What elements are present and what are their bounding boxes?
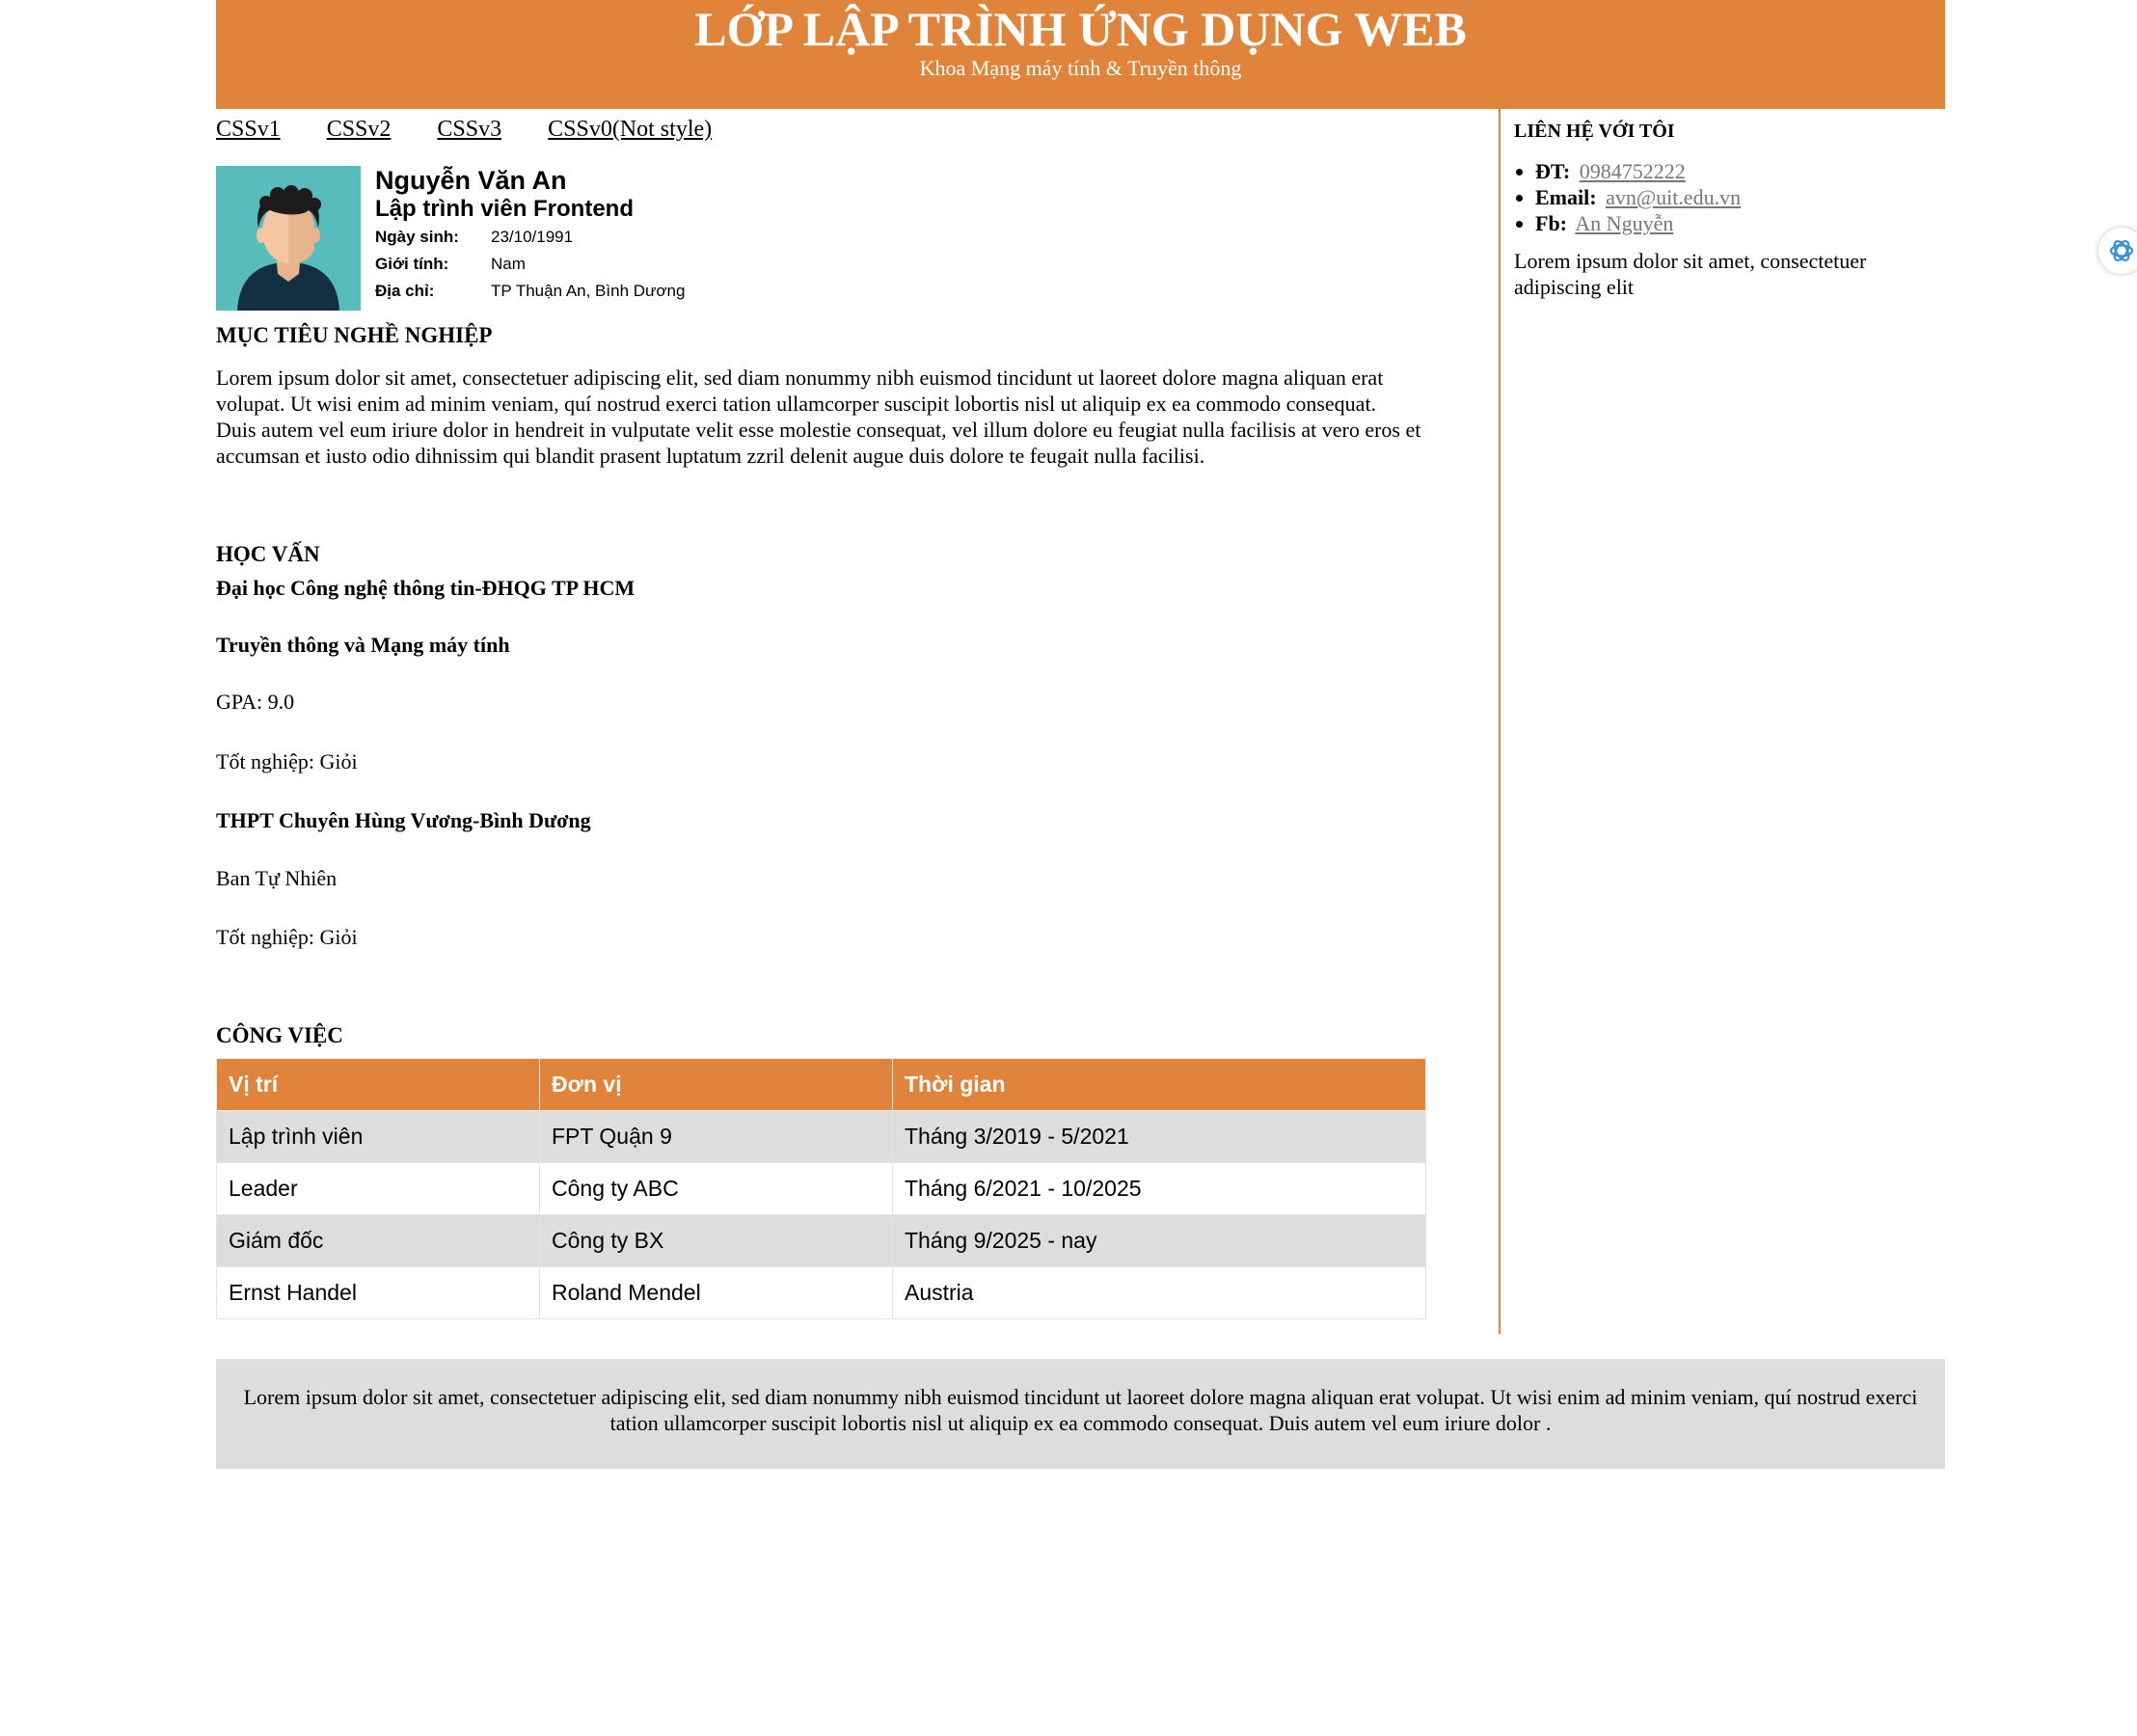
table-row: Lập trình viên FPT Quận 9 Tháng 3/2019 -… bbox=[216, 1110, 1426, 1163]
table-cell: Roland Mendel bbox=[539, 1266, 893, 1319]
column-header-period: Thời gian bbox=[892, 1058, 1426, 1111]
site-footer: Lorem ipsum dolor sit amet, consectetuer… bbox=[216, 1359, 1945, 1469]
contact-phone: ĐT: 0984752222 bbox=[1535, 158, 1944, 184]
objective-text: Lorem ipsum dolor sit amet, consectetuer… bbox=[216, 366, 1421, 468]
profile-dob-row: Ngày sinh: 23/10/1991 bbox=[375, 224, 685, 251]
facebook-label: Fb: bbox=[1535, 211, 1567, 235]
person-avatar-icon bbox=[216, 166, 361, 311]
contact-facebook: Fb: An Nguyễn bbox=[1535, 210, 1944, 236]
nav-link-cssv0[interactable]: CSSv0(Not style) bbox=[548, 117, 712, 142]
education-grad-2: Tốt nghiệp: Giỏi bbox=[216, 925, 358, 949]
profile-info: Nguyễn Văn An Lập trình viên Frontend Ng… bbox=[375, 166, 685, 305]
table-row: Ernst Handel Roland Mendel Austria bbox=[216, 1266, 1426, 1319]
footer-text: Lorem ipsum dolor sit amet, consectetuer… bbox=[243, 1385, 1918, 1435]
table-cell: Ernst Handel bbox=[216, 1266, 540, 1319]
table-cell: Tháng 3/2019 - 5/2021 bbox=[892, 1110, 1426, 1163]
dob-value: 23/10/1991 bbox=[491, 228, 574, 246]
site-title: LỚP LẬP TRÌNH ỨNG DỤNG WEB bbox=[694, 2, 1467, 56]
table-cell: Austria bbox=[892, 1266, 1426, 1319]
address-label: Địa chỉ: bbox=[375, 282, 435, 300]
nav-link-cssv2[interactable]: CSSv2 bbox=[327, 117, 392, 142]
gender-value: Nam bbox=[491, 255, 526, 273]
nav-link-cssv1[interactable]: CSSv1 bbox=[216, 117, 281, 142]
objective-heading: MỤC TIÊU NGHỀ NGHIỆP bbox=[216, 323, 493, 347]
education-track: Ban Tự Nhiên bbox=[216, 866, 338, 890]
profile-gender-row: Giới tính: Nam bbox=[375, 251, 685, 278]
table-row: Leader Công ty ABC Tháng 6/2021 - 10/202… bbox=[216, 1162, 1426, 1215]
style-nav: CSSv1 CSSv2 CSSv3 CSSv0(Not style) bbox=[216, 117, 752, 143]
table-header-row: Vị trí Đơn vị Thời gian bbox=[216, 1058, 1426, 1111]
education-heading: HỌC VẤN bbox=[216, 542, 320, 566]
table-cell: Leader bbox=[216, 1162, 540, 1215]
education-major: Truyền thông và Mạng máy tính bbox=[216, 633, 510, 657]
phone-label: ĐT: bbox=[1535, 159, 1571, 183]
profile-role: Lập trình viên Frontend bbox=[375, 196, 634, 222]
contact-list: ĐT: 0984752222 Email: avn@uit.edu.vn Fb:… bbox=[1514, 158, 1944, 236]
email-label: Email: bbox=[1535, 185, 1597, 209]
education-gpa: GPA: 9.0 bbox=[216, 690, 295, 714]
contact-text: Lorem ipsum dolor sit amet, consectetuer… bbox=[1514, 249, 1867, 299]
email-link[interactable]: avn@uit.edu.vn bbox=[1606, 185, 1741, 209]
facebook-link[interactable]: An Nguyễn bbox=[1575, 211, 1673, 235]
profile-name: Nguyễn Văn An bbox=[375, 166, 567, 195]
table-cell: FPT Quận 9 bbox=[539, 1110, 893, 1163]
site-subtitle: Khoa Mạng máy tính & Truyền thông bbox=[919, 56, 1242, 80]
education-grad-1: Tốt nghiệp: Giỏi bbox=[216, 749, 358, 773]
dob-label: Ngày sinh: bbox=[375, 228, 459, 246]
page: LỚP LẬP TRÌNH ỨNG DỤNG WEB Khoa Mạng máy… bbox=[216, 0, 1945, 1334]
nav-link-cssv3[interactable]: CSSv3 bbox=[437, 117, 501, 142]
profile-address-row: Địa chỉ: TP Thuận An, Bình Dương bbox=[375, 278, 685, 305]
table-cell: Giám đốc bbox=[216, 1214, 540, 1267]
column-header-position: Vị trí bbox=[216, 1058, 540, 1111]
education-highschool: THPT Chuyên Hùng Vương-Bình Dương bbox=[216, 808, 591, 832]
table-row: Giám đốc Công ty BX Tháng 9/2025 - nay bbox=[216, 1214, 1426, 1267]
site-header: LỚP LẬP TRÌNH ỨNG DỤNG WEB Khoa Mạng máy… bbox=[216, 0, 1945, 109]
address-value: TP Thuận An, Bình Dương bbox=[491, 282, 686, 300]
contact-sidebar: LIÊN HỆ VỚI TÔI ĐT: 0984752222 Email: av… bbox=[1499, 109, 1944, 1334]
column-header-company: Đơn vị bbox=[539, 1058, 893, 1111]
table-cell: Công ty ABC bbox=[539, 1162, 893, 1215]
jobs-heading: CÔNG VIỆC bbox=[216, 1023, 343, 1047]
contact-email: Email: avn@uit.edu.vn bbox=[1535, 184, 1944, 210]
phone-link[interactable]: 0984752222 bbox=[1580, 159, 1686, 183]
table-cell: Lập trình viên bbox=[216, 1110, 540, 1163]
jobs-table: Vị trí Đơn vị Thời gian Lập trình viên F… bbox=[216, 1058, 1426, 1319]
table-cell: Tháng 9/2025 - nay bbox=[892, 1214, 1426, 1267]
assistant-logo-icon[interactable] bbox=[2098, 228, 2137, 274]
gender-label: Giới tính: bbox=[375, 255, 449, 273]
contact-heading: LIÊN HỆ VỚI TÔI bbox=[1514, 121, 1675, 142]
table-cell: Công ty BX bbox=[539, 1214, 893, 1267]
table-cell: Tháng 6/2021 - 10/2025 bbox=[892, 1162, 1426, 1215]
education-university: Đại học Công nghệ thông tin-ĐHQG TP HCM bbox=[216, 576, 636, 600]
